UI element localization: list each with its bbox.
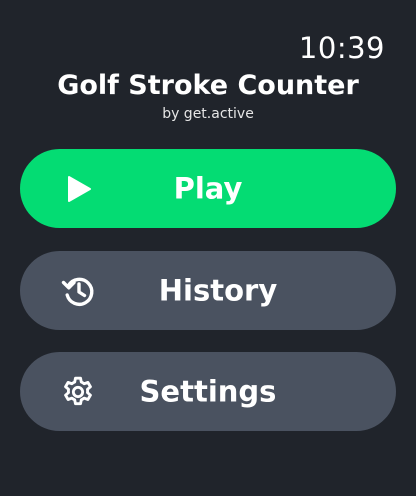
status-time: 10:39 — [298, 31, 385, 65]
history-button[interactable]: History — [20, 251, 396, 330]
app-title: Golf Stroke Counter — [57, 70, 359, 101]
history-button-label: History — [158, 273, 278, 307]
settings-button[interactable]: Settings — [20, 352, 396, 431]
app-subtitle: by get.active — [162, 106, 254, 122]
play-button[interactable]: Play — [20, 149, 396, 228]
play-button-label: Play — [173, 171, 243, 205]
settings-button-label: Settings — [139, 374, 277, 408]
